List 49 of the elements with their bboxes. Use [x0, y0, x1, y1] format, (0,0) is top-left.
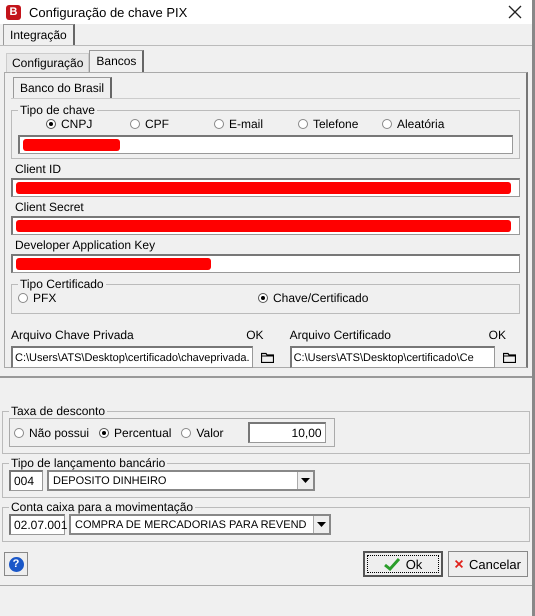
close-icon[interactable] [508, 5, 522, 19]
tab[interactable]: Bancos [89, 50, 144, 72]
caret-icon [301, 478, 310, 483]
code-field[interactable]: 004 [9, 470, 43, 491]
ok-button[interactable]: Ok [363, 551, 443, 577]
field-label: Arquivo Certificado [290, 328, 391, 342]
radio-option[interactable]: Não possui [14, 426, 90, 440]
input-field[interactable]: C:\Users\ATS\Desktop\certificado\chaveprivada. [11, 346, 253, 368]
radio-option[interactable]: Aleatória [382, 117, 466, 131]
app-logo-icon: B [6, 4, 21, 20]
tab[interactable]: Configuração [6, 53, 90, 72]
radio-option[interactable]: Telefone [298, 117, 382, 131]
field-label: Client ID [14, 162, 62, 176]
tab[interactable]: Integração [3, 24, 75, 45]
input-field[interactable] [11, 178, 520, 197]
window-title: Configuração de chave PIX [29, 4, 188, 20]
field-label: Client Secret [14, 200, 85, 214]
help-button[interactable]: ? [4, 552, 28, 576]
radio-option[interactable]: CNPJ [46, 117, 130, 131]
input-field[interactable]: 10,00 [248, 422, 326, 443]
input-field[interactable]: C:\Users\ATS\Desktop\certificado\Ce [290, 346, 495, 368]
input-field[interactable] [11, 254, 520, 273]
dropdown[interactable]: DEPOSITO DINHEIRO [47, 470, 315, 491]
tab[interactable]: Banco do Brasil [13, 77, 112, 98]
radio-option[interactable]: Percentual [99, 426, 172, 440]
group-title: Taxa de desconto [10, 404, 106, 418]
input-field[interactable] [11, 216, 520, 235]
dropdown[interactable]: COMPRA DE MERCADORIAS PARA REVEND [69, 514, 331, 535]
status-text: OK [246, 328, 264, 342]
group-title: Tipo Certificado [19, 277, 105, 291]
radio-option[interactable]: CPF [130, 117, 214, 131]
status-text: OK [488, 328, 506, 342]
radio-option[interactable]: PFX [18, 291, 258, 305]
folder-icon[interactable] [260, 352, 274, 362]
radio-option[interactable]: Valor [181, 426, 224, 440]
folder-icon[interactable] [503, 352, 516, 362]
field-label: Developer Application Key [14, 238, 156, 252]
group-title: Tipo de chave [19, 103, 96, 117]
cancel-button[interactable]: Cancelar [448, 551, 528, 577]
radio-option[interactable]: Chave/Certificado [258, 291, 498, 305]
group-title: Conta caixa para a movimentação [10, 500, 194, 514]
input-field[interactable] [18, 135, 513, 154]
checkmark-icon [384, 558, 400, 570]
close-icon [455, 557, 463, 571]
caret-icon [317, 522, 326, 527]
radio-option[interactable]: E-mail [214, 117, 298, 131]
group-title: Tipo de lançamento bancário [10, 456, 166, 470]
field-label: Arquivo Chave Privada [11, 328, 134, 342]
code-field[interactable]: 02.07.001 [9, 514, 65, 535]
